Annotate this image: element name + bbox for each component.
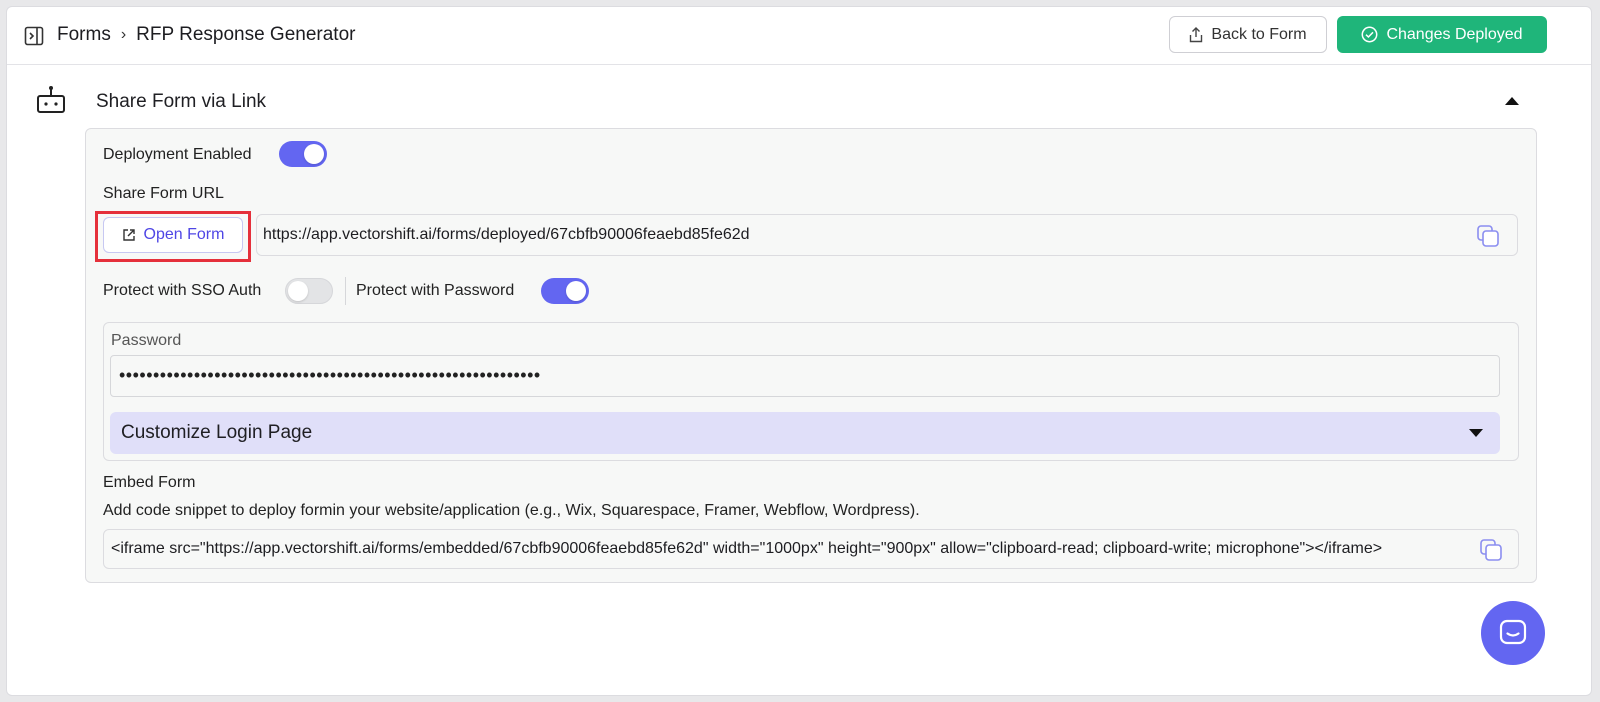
- password-label: Password: [111, 332, 182, 349]
- share-section-header[interactable]: Share Form via Link: [7, 69, 1591, 127]
- chat-icon: [1499, 619, 1527, 645]
- breadcrumb-forms-link[interactable]: Forms: [57, 24, 111, 46]
- password-protect-label: Protect with Password: [356, 282, 515, 299]
- copy-icon[interactable]: [1476, 224, 1500, 248]
- customize-login-page-dropdown[interactable]: Customize Login Page: [110, 412, 1500, 454]
- deployment-enabled-label: Deployment Enabled: [103, 146, 252, 163]
- copy-icon[interactable]: [1479, 538, 1503, 562]
- back-to-form-button[interactable]: Back to Form: [1169, 16, 1327, 53]
- open-form-label: Open Form: [143, 226, 225, 243]
- robot-icon: [37, 86, 65, 113]
- toggle-knob: [566, 281, 586, 301]
- share-url-label: Share Form URL: [103, 185, 224, 202]
- sidebar-toggle-icon[interactable]: [24, 26, 44, 46]
- toggle-knob: [288, 281, 308, 301]
- password-input[interactable]: ••••••••••••••••••••••••••••••••••••••••…: [110, 355, 1500, 397]
- embed-code-field[interactable]: <iframe src="https://app.vectorshift.ai/…: [103, 529, 1519, 569]
- sso-auth-label: Protect with SSO Auth: [103, 282, 262, 299]
- external-link-icon: [122, 229, 135, 241]
- caret-up-icon[interactable]: [1504, 96, 1520, 106]
- share-panel: Deployment Enabled Share Form URL Open F…: [85, 128, 1537, 583]
- embed-code-value: <iframe src="https://app.vectorshift.ai/…: [111, 540, 1383, 557]
- embed-form-title: Embed Form: [103, 474, 196, 491]
- support-chat-button[interactable]: [1481, 601, 1545, 665]
- changes-deployed-label: Changes Deployed: [1386, 25, 1523, 43]
- vertical-divider: [345, 277, 346, 305]
- check-circle-icon: [1362, 26, 1378, 43]
- share-url-value: https://app.vectorshift.ai/forms/deploye…: [263, 226, 750, 243]
- password-protect-toggle[interactable]: [541, 278, 589, 304]
- deployment-enabled-toggle[interactable]: [279, 141, 327, 167]
- caret-down-icon: [1469, 429, 1483, 437]
- changes-deployed-button[interactable]: Changes Deployed: [1337, 16, 1547, 53]
- customize-login-page-label: Customize Login Page: [121, 422, 313, 443]
- breadcrumb-separator: ›: [120, 26, 127, 43]
- breadcrumb: Forms › RFP Response Generator: [57, 24, 355, 46]
- back-to-form-label: Back to Form: [1211, 25, 1307, 43]
- share-url-field[interactable]: https://app.vectorshift.ai/forms/deploye…: [256, 214, 1518, 256]
- section-title: Share Form via Link: [96, 91, 267, 112]
- top-bar: Forms › RFP Response Generator Back to F…: [7, 7, 1591, 65]
- share-upload-icon: [1190, 26, 1203, 42]
- open-form-button[interactable]: Open Form: [103, 217, 243, 253]
- embed-form-description: Add code snippet to deploy formin your w…: [103, 502, 920, 519]
- toggle-knob: [304, 144, 324, 164]
- sso-auth-toggle[interactable]: [285, 278, 333, 304]
- app-window: Forms › RFP Response Generator Back to F…: [6, 6, 1592, 696]
- password-settings-box: Password •••••••••••••••••••••••••••••••…: [103, 322, 1519, 461]
- breadcrumb-current: RFP Response Generator: [136, 24, 356, 45]
